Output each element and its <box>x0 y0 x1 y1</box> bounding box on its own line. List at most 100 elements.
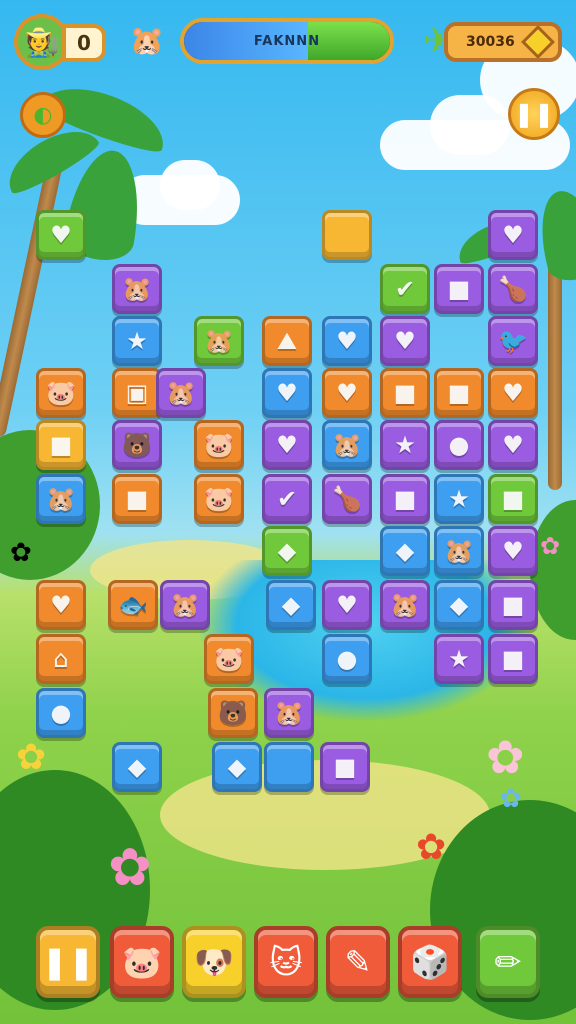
tile-bear[interactable]: 🐻 <box>208 688 258 738</box>
tile-circle[interactable]: ● <box>434 420 484 470</box>
tile-square[interactable]: ■ <box>112 474 162 524</box>
tile-heart[interactable]: ♥ <box>322 368 372 418</box>
tile-hamster[interactable]: 🐹 <box>112 264 162 314</box>
tile-drumstick[interactable]: 🍗 <box>322 474 372 524</box>
tile-leaf[interactable]: ◆ <box>262 526 312 576</box>
paintbrush-powerup-button[interactable]: ✎ <box>326 926 390 998</box>
tile-hamster[interactable]: 🐹 <box>322 420 372 470</box>
tile-pig[interactable]: 🐷 <box>204 634 254 684</box>
tile-heart[interactable]: ♥ <box>380 316 430 366</box>
circle-icon: ● <box>50 699 72 727</box>
tile-blob[interactable]: ◆ <box>434 580 484 630</box>
flower-icon: ✿ <box>540 532 561 560</box>
explorer-avatar-icon: 🧑‍🌾 <box>24 25 60 59</box>
heart-icon: ♥ <box>502 221 524 249</box>
pencil-powerup-button[interactable]: ✏ <box>476 926 540 998</box>
tile-star[interactable]: ★ <box>434 474 484 524</box>
tile-square[interactable]: ■ <box>488 580 538 630</box>
tile-hamster[interactable]: 🐹 <box>380 580 430 630</box>
dog-powerup-button[interactable]: 🐶 <box>182 926 246 998</box>
tile-heart[interactable]: ♥ <box>488 368 538 418</box>
tile-plain[interactable] <box>322 210 372 260</box>
square-icon: ■ <box>501 645 525 673</box>
gem-icon <box>521 25 555 59</box>
tile-house[interactable]: ⌂ <box>36 634 86 684</box>
tile-heart[interactable]: ♥ <box>262 368 312 418</box>
tile-hamster[interactable]: 🐹 <box>434 526 484 576</box>
tile-square[interactable]: ■ <box>488 474 538 524</box>
tile-square[interactable]: ■ <box>434 368 484 418</box>
tile-hamster[interactable]: 🐹 <box>194 316 244 366</box>
pig-powerup-button[interactable]: 🐷 <box>110 926 174 998</box>
tile-hamster[interactable]: 🐹 <box>156 368 206 418</box>
bear-icon: 🐻 <box>122 431 152 459</box>
tile-blob[interactable]: ◆ <box>266 580 316 630</box>
square-icon: ■ <box>447 275 471 303</box>
tile-heart[interactable]: ♥ <box>322 316 372 366</box>
blob-icon: ◆ <box>449 591 469 619</box>
tile-circle[interactable]: ● <box>322 634 372 684</box>
tile-hamster[interactable]: 🐹 <box>160 580 210 630</box>
score-value: 30036 <box>466 34 515 50</box>
tile-heart[interactable]: ♥ <box>262 420 312 470</box>
tile-leaf[interactable]: ◆ <box>112 742 162 792</box>
heart-icon: ♥ <box>276 431 298 459</box>
tile-pig[interactable]: 🐷 <box>36 368 86 418</box>
pause-button[interactable]: ❚❚ <box>508 88 560 140</box>
lives-counter: 0 <box>62 24 106 62</box>
tile-drumstick[interactable]: 🍗 <box>488 264 538 314</box>
dice-powerup-button[interactable]: 🎲 <box>398 926 462 998</box>
tile-heart[interactable]: ♥ <box>322 580 372 630</box>
heart-icon: ♥ <box>336 327 358 355</box>
blob-icon: ◆ <box>281 591 301 619</box>
tile-check[interactable]: ✔ <box>380 264 430 314</box>
tile-square[interactable]: ■ <box>434 264 484 314</box>
tile-fish[interactable]: 🐟 <box>108 580 158 630</box>
pause-powerup-button[interactable]: ❚❚ <box>36 926 100 998</box>
heart-icon: ♥ <box>502 379 524 407</box>
tile-bird[interactable]: 🐦 <box>488 316 538 366</box>
pause-icon: ❚❚ <box>41 943 95 981</box>
pig-icon: 🐷 <box>204 485 234 513</box>
tile-blob[interactable]: ◆ <box>212 742 262 792</box>
tile-diamond[interactable]: ◆ <box>380 526 430 576</box>
square-icon: ■ <box>393 485 417 513</box>
square-icon: ■ <box>49 431 73 459</box>
tile-check[interactable]: ✔ <box>262 474 312 524</box>
star-icon: ★ <box>394 431 416 459</box>
square-icon: ■ <box>447 379 471 407</box>
tile-circle[interactable]: ● <box>36 688 86 738</box>
tile-star[interactable]: ★ <box>112 316 162 366</box>
tile-box[interactable]: ▣ <box>112 368 162 418</box>
tile-square[interactable]: ■ <box>380 368 430 418</box>
heart-icon: ♥ <box>394 327 416 355</box>
tile-mountain[interactable]: ⛰ <box>262 316 312 366</box>
leaf-icon: ◆ <box>277 537 297 565</box>
star-icon: ★ <box>126 327 148 355</box>
tile-pig[interactable]: 🐷 <box>194 420 244 470</box>
tile-plain[interactable] <box>264 742 314 792</box>
tile-hamster[interactable]: 🐹 <box>36 474 86 524</box>
tile-heart[interactable]: ♥ <box>488 526 538 576</box>
pig-icon: 🐷 <box>46 379 76 407</box>
heart-icon: ♥ <box>502 431 524 459</box>
tile-star[interactable]: ★ <box>434 634 484 684</box>
tile-square[interactable]: ■ <box>320 742 370 792</box>
tile-heart[interactable]: ♥ <box>488 420 538 470</box>
cat-powerup-button[interactable]: 🐱 <box>254 926 318 998</box>
tile-heart[interactable]: ♥ <box>36 210 86 260</box>
tile-heart[interactable]: ♥ <box>36 580 86 630</box>
paintbrush-icon: ✎ <box>344 943 372 981</box>
mountain-icon: ⛰ <box>276 327 298 355</box>
tile-pig[interactable]: 🐷 <box>194 474 244 524</box>
tile-bear[interactable]: 🐻 <box>112 420 162 470</box>
tile-square[interactable]: ■ <box>36 420 86 470</box>
tile-square[interactable]: ■ <box>488 634 538 684</box>
tile-hamster[interactable]: 🐹 <box>264 688 314 738</box>
tile-star[interactable]: ★ <box>380 420 430 470</box>
drumstick-icon: 🍗 <box>498 275 528 303</box>
tile-heart[interactable]: ♥ <box>488 210 538 260</box>
flower-icon: ✿ <box>16 737 47 778</box>
hint-button[interactable]: ◐ <box>20 92 66 138</box>
tile-square[interactable]: ■ <box>380 474 430 524</box>
